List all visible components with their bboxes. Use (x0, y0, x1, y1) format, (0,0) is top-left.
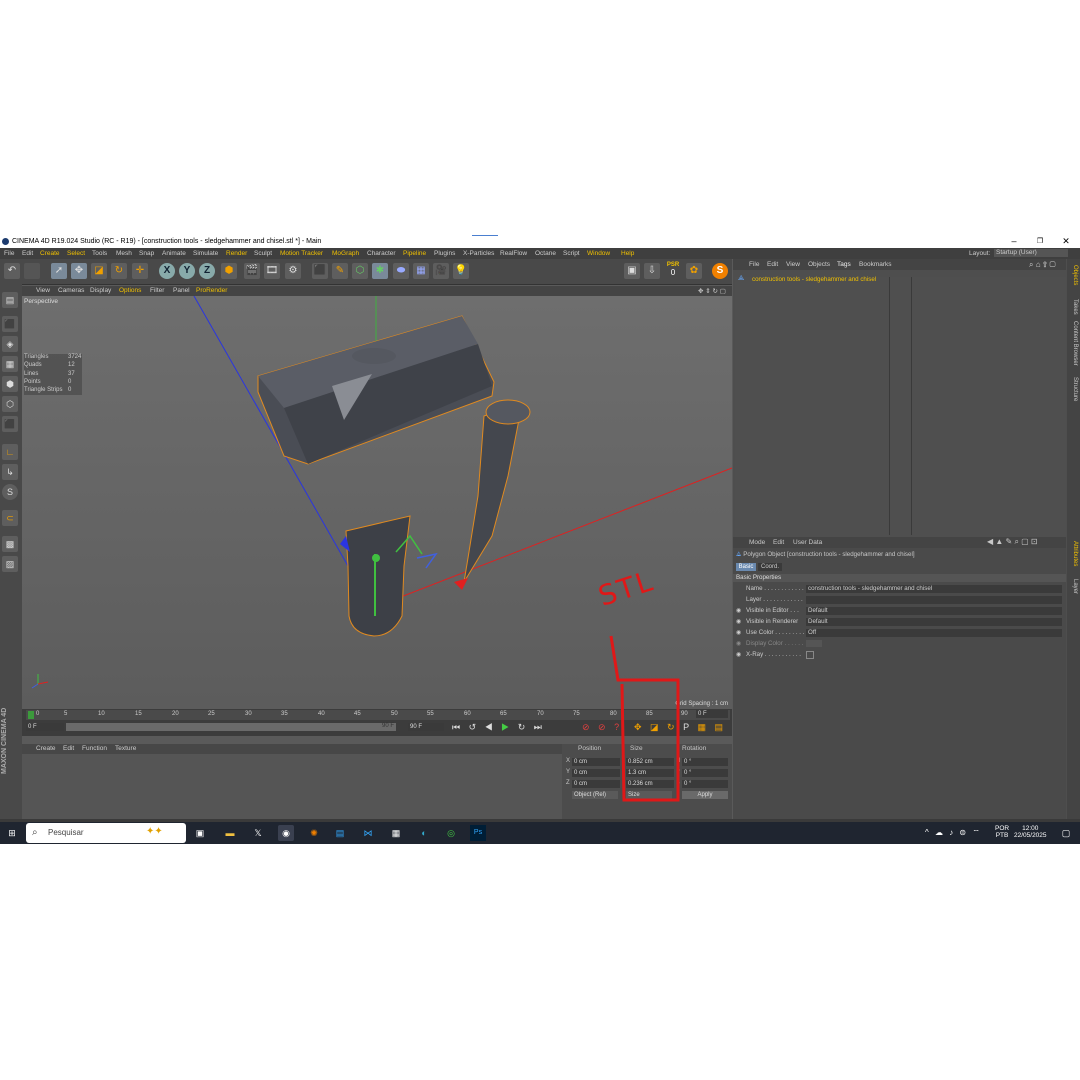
windows-start-icon[interactable]: ⊞ (4, 825, 20, 841)
windows-taskbar: ⊞ ⌕ Pesquisar ✦✦ ▣ ▬ 𝕏 ◉ ✺ ▤ ⋈ ▦ ◐ ◎ Ps … (0, 822, 1080, 844)
search-icon: ⌕ (32, 827, 38, 838)
clock[interactable]: 12:00 22/05/2025 (1014, 825, 1047, 839)
file-explorer-icon[interactable]: ▬ (222, 825, 238, 841)
search-highlight-icon: ✦✦ (146, 826, 163, 837)
search-placeholder: Pesquisar (48, 828, 84, 837)
language-indicator[interactable]: POR PTB (995, 825, 1009, 839)
blender-icon[interactable]: ✺ (306, 825, 322, 841)
x-app-icon[interactable]: 𝕏 (250, 825, 266, 841)
notification-icon[interactable]: ▢ (1058, 825, 1074, 841)
taskbar-search[interactable]: ⌕ Pesquisar ✦✦ (26, 823, 186, 843)
photoshop-icon[interactable]: Ps (470, 825, 486, 841)
clock-time: 12:00 (1022, 825, 1039, 832)
task-view-icon[interactable]: ▣ (192, 825, 208, 841)
store-icon[interactable]: ▤ (332, 825, 348, 841)
calculator-icon[interactable]: ▦ (388, 825, 404, 841)
clock-date: 22/05/2025 (1014, 832, 1047, 839)
lang-line2: PTB (995, 832, 1009, 839)
vscode-icon[interactable]: ⋈ (360, 825, 376, 841)
cinema4d-taskbar-icon[interactable]: ◉ (278, 825, 294, 841)
edge-icon[interactable]: ◐ (416, 825, 432, 841)
chrome-icon[interactable]: ◎ (443, 825, 459, 841)
system-tray-icons[interactable]: ^ ☁ ♪ ⊜ ⌔ (925, 828, 982, 838)
lang-line1: POR (995, 825, 1010, 832)
annotation-box (609, 635, 680, 802)
annotation-overlay (609, 635, 680, 802)
